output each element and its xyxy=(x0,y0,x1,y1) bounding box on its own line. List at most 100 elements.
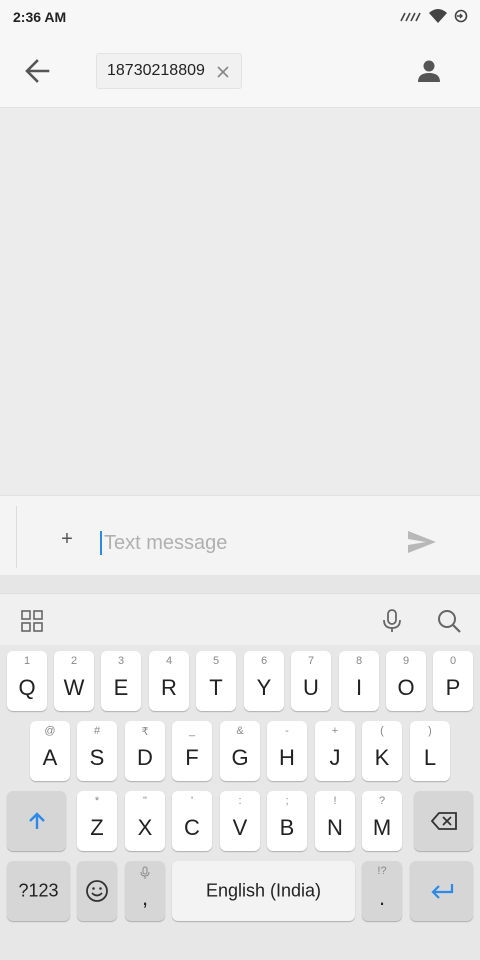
key-label: Z xyxy=(90,815,104,840)
arrow-left-icon xyxy=(25,59,50,83)
close-icon[interactable] xyxy=(214,63,232,81)
key-label: N xyxy=(327,815,343,840)
backspace-icon xyxy=(430,812,457,830)
key-label: S xyxy=(89,745,105,770)
key-hint: # xyxy=(93,725,101,737)
keyboard: 1Q 2W 3E 4R 5T 6Y 7U 8I 9O 0P @ A # S ₹ D _… xyxy=(0,645,480,960)
key-u[interactable]: 7U xyxy=(291,651,331,711)
recipient-chip[interactable]: 18730218809 xyxy=(96,53,242,89)
message-placeholder: Text message xyxy=(104,531,228,554)
attach-button[interactable]: + xyxy=(54,529,80,555)
key-label: ?123 xyxy=(18,880,59,901)
space-key[interactable]: English (India) xyxy=(172,861,355,921)
key-hint: 4 xyxy=(165,655,173,667)
key-r[interactable]: 4R xyxy=(149,651,189,711)
message-input[interactable]: Text message xyxy=(100,529,370,557)
key-hint: 2 xyxy=(70,655,78,667)
key-o[interactable]: 9O xyxy=(386,651,426,711)
status-time: 2:36 AM xyxy=(13,9,67,25)
send-button[interactable] xyxy=(404,528,440,556)
key-e[interactable]: 3E xyxy=(101,651,141,711)
key-hint: _ xyxy=(188,725,196,737)
key-hint: & xyxy=(236,725,244,737)
key-x[interactable]: " X xyxy=(125,791,165,851)
recipient-number: 18730218809 xyxy=(107,62,205,79)
key-l[interactable]: ) L xyxy=(410,721,450,781)
key-label: T xyxy=(209,675,223,700)
key-hint: 0 xyxy=(449,655,457,667)
key-hint: @ xyxy=(44,725,56,737)
key-a[interactable]: @ A xyxy=(30,721,70,781)
microphone-icon xyxy=(140,866,150,879)
key-z[interactable]: * Z xyxy=(77,791,117,851)
status-icons xyxy=(400,8,468,24)
shift-key[interactable] xyxy=(7,791,66,851)
key-label: R xyxy=(161,675,177,700)
period-key[interactable]: !?. xyxy=(362,861,402,921)
key-hint: 1 xyxy=(23,655,31,667)
symbols-key[interactable]: ?123 xyxy=(7,861,70,921)
key-label: G xyxy=(231,745,249,770)
key-q[interactable]: 1Q xyxy=(7,651,47,711)
key-label: W xyxy=(63,675,85,700)
key-s[interactable]: # S xyxy=(77,721,117,781)
wifi-icon xyxy=(429,9,447,23)
key-hint: * xyxy=(94,795,100,807)
grid-icon xyxy=(21,610,43,632)
backspace-key[interactable] xyxy=(414,791,473,851)
smiley-icon xyxy=(86,880,108,902)
key-k[interactable]: (K xyxy=(362,721,402,781)
key-label: I xyxy=(355,675,363,700)
key-p[interactable]: 0P xyxy=(433,651,473,711)
keyboard-toolbar xyxy=(0,593,480,645)
voice-input-button[interactable] xyxy=(380,607,404,635)
key-label: A xyxy=(42,745,58,770)
key-n[interactable]: ! N xyxy=(315,791,355,851)
comma-key[interactable]: , xyxy=(125,861,165,921)
key-label: C xyxy=(184,815,200,840)
key-v[interactable]: :V xyxy=(220,791,260,851)
key-t[interactable]: 5T xyxy=(196,651,236,711)
key-label: E xyxy=(113,675,129,700)
key-label: Y xyxy=(256,675,272,700)
enter-key[interactable] xyxy=(410,861,473,921)
key-f[interactable]: _ F xyxy=(172,721,212,781)
key-label: H xyxy=(279,745,295,770)
search-button[interactable] xyxy=(436,607,462,635)
arrow-up-icon xyxy=(28,812,45,829)
microphone-icon xyxy=(383,609,401,632)
divider xyxy=(16,506,17,568)
key-c[interactable]: ' C xyxy=(172,791,212,851)
enter-icon xyxy=(430,884,453,899)
key-g[interactable]: & G xyxy=(220,721,260,781)
key-y[interactable]: 6Y xyxy=(244,651,284,711)
key-m[interactable]: ? M xyxy=(362,791,402,851)
key-w[interactable]: 2W xyxy=(54,651,94,711)
key-label: Q xyxy=(18,675,36,700)
key-hint: ' xyxy=(190,795,194,807)
key-label: L xyxy=(423,745,437,770)
add-contact-button[interactable] xyxy=(414,56,444,86)
key-hint: " xyxy=(143,795,147,807)
key-hint: ; xyxy=(285,795,289,807)
signal-icon xyxy=(400,12,421,22)
back-button[interactable] xyxy=(20,56,54,86)
key-label: O xyxy=(397,675,415,700)
key-label: M xyxy=(372,815,392,840)
key-label: K xyxy=(374,745,390,770)
apps-button[interactable] xyxy=(20,609,44,633)
key-j[interactable]: + J xyxy=(315,721,355,781)
key-b[interactable]: ; B xyxy=(267,791,307,851)
key-hint: ( xyxy=(380,725,384,737)
key-hint: 8 xyxy=(355,655,363,667)
key-h[interactable]: -H xyxy=(267,721,307,781)
key-hint: 3 xyxy=(117,655,125,667)
key-i[interactable]: 8I xyxy=(339,651,379,711)
key-hint: 7 xyxy=(307,655,315,667)
key-d[interactable]: ₹ D xyxy=(125,721,165,781)
compose-bar: + Text message xyxy=(0,495,480,575)
key-label: P xyxy=(445,675,461,700)
emoji-key[interactable] xyxy=(77,861,117,921)
key-label: D xyxy=(137,745,153,770)
status-bar: 2:36 AM xyxy=(0,0,480,34)
